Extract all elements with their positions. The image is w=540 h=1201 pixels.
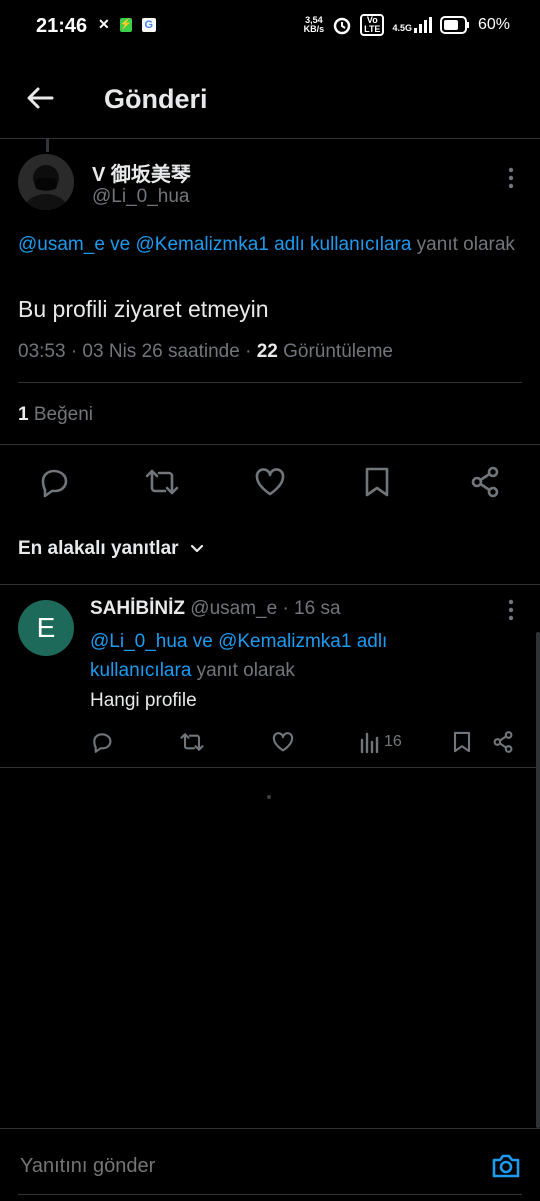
post-author-avatar[interactable]	[18, 154, 74, 210]
reply-bookmark-button[interactable]	[448, 728, 476, 756]
reply-reply-suffix: yanıt olarak	[191, 660, 295, 681]
post-meta: 03:53 · 03 Nis 26 saatinde · 22 Görüntül…	[18, 341, 393, 363]
divider	[18, 382, 522, 383]
page-title: Gönderi	[104, 84, 208, 114]
post-action-bar	[0, 462, 540, 502]
status-right: 3,54 KB/s Vo LTE 4.5G 60%	[304, 14, 510, 36]
retweet-button[interactable]	[142, 462, 182, 502]
reply-time: · 16 sa	[277, 598, 341, 619]
charging-app-icon: ⚡	[119, 17, 133, 32]
thread-line	[46, 138, 49, 152]
reply-input[interactable]	[18, 1154, 462, 1179]
top-header: Gönderi	[0, 56, 540, 139]
post-author-handle[interactable]: @Li_0_hua	[92, 186, 189, 208]
back-arrow-icon	[27, 87, 54, 109]
post-timestamp: 03:53 · 03 Nis 26 saatinde ·	[18, 341, 257, 362]
post-reply-mentions[interactable]: @usam_e ve @Kemalizmka1 adlı kullanıcıla…	[18, 234, 411, 255]
reply-reply-button[interactable]	[88, 728, 116, 756]
divider	[0, 444, 540, 445]
reply-icon	[41, 469, 68, 498]
post-author-name[interactable]: V 御坂美琴	[92, 158, 191, 187]
share-button[interactable]	[465, 462, 505, 502]
reply-retweet-button[interactable]	[178, 728, 206, 756]
post-likes-label: Beğeni	[28, 404, 94, 425]
reply-author-avatar[interactable]: E	[18, 600, 74, 656]
reply-reply-context: @Li_0_hua ve @Kemalizmka1 adlı kullanıcı…	[90, 627, 490, 685]
net-speed-unit: KB/s	[303, 24, 325, 34]
reply-icon	[93, 733, 112, 753]
post-reply-context: @usam_e ve @Kemalizmka1 adlı kullanıcıla…	[18, 230, 522, 259]
x-app-icon: ✕	[98, 16, 110, 32]
scrollbar[interactable]	[536, 632, 540, 1128]
more-vertical-icon	[508, 167, 514, 189]
post-more-button[interactable]	[507, 166, 515, 190]
retweet-icon	[145, 469, 179, 495]
camera-button[interactable]	[490, 1150, 522, 1182]
volte-bottom: LTE	[364, 24, 381, 34]
google-app-icon: G	[141, 17, 156, 32]
chevron-down-icon	[190, 544, 203, 553]
back-button[interactable]	[24, 82, 56, 114]
like-icon	[272, 732, 294, 752]
retweet-icon	[180, 733, 204, 751]
post-views-label: Görüntüleme	[277, 341, 393, 362]
volte-badge: Vo LTE	[360, 14, 385, 36]
post-text: Bu profili ziyaret etmeyin	[18, 296, 269, 322]
status-bar: 21:46 ✕ ⚡ G 3,54 KB/s Vo LTE 4.5G 60%	[0, 0, 540, 56]
reply-author-handle[interactable]: @usam_e	[190, 598, 277, 619]
divider	[0, 584, 540, 585]
status-time: 21:46	[36, 15, 88, 37]
battery-percent: 60%	[477, 16, 510, 33]
network-indicator: 4.5G	[392, 17, 432, 33]
reply-share-button[interactable]	[489, 728, 517, 756]
battery-icon	[439, 16, 470, 34]
post-likes-count: 1	[18, 404, 29, 425]
reply-views-button[interactable]: 16	[358, 728, 402, 756]
loading-indicator	[267, 795, 271, 799]
post-views-count: 22	[256, 341, 278, 362]
bookmark-icon	[453, 731, 471, 753]
reply-author-name[interactable]: SAHİBİNİZ	[90, 598, 185, 619]
divider	[0, 767, 540, 768]
bookmark-button[interactable]	[357, 462, 397, 502]
replies-sort-label: En alakalı yanıtlar	[18, 538, 179, 559]
post-likes[interactable]: 1 Beğeni	[18, 404, 93, 426]
network-type: 4.5G	[392, 23, 412, 33]
notification-icons: ✕ ⚡ G	[98, 16, 156, 33]
composer-underline	[18, 1194, 522, 1195]
post-reply-suffix: yanıt olarak	[411, 234, 515, 255]
reply-like-button[interactable]	[269, 728, 297, 756]
signal-icon	[413, 17, 432, 33]
views-icon	[360, 732, 379, 754]
alarm-icon	[332, 15, 352, 35]
reply-header: SAHİBİNİZ @usam_e · 16 sa	[90, 598, 341, 620]
reply-button[interactable]	[34, 462, 74, 502]
like-button[interactable]	[250, 462, 290, 502]
reply-text: Hangi profile	[90, 690, 197, 711]
share-icon	[471, 466, 499, 498]
camera-icon	[492, 1154, 520, 1178]
reply-more-button[interactable]	[507, 598, 515, 622]
share-icon	[493, 731, 513, 753]
like-icon	[255, 468, 285, 496]
more-vertical-icon	[508, 599, 514, 621]
net-speed: 3,54 KB/s	[304, 16, 325, 34]
replies-sort-dropdown[interactable]: En alakalı yanıtlar	[18, 538, 205, 560]
bookmark-icon	[365, 467, 389, 497]
reply-views-count: 16	[384, 733, 402, 750]
